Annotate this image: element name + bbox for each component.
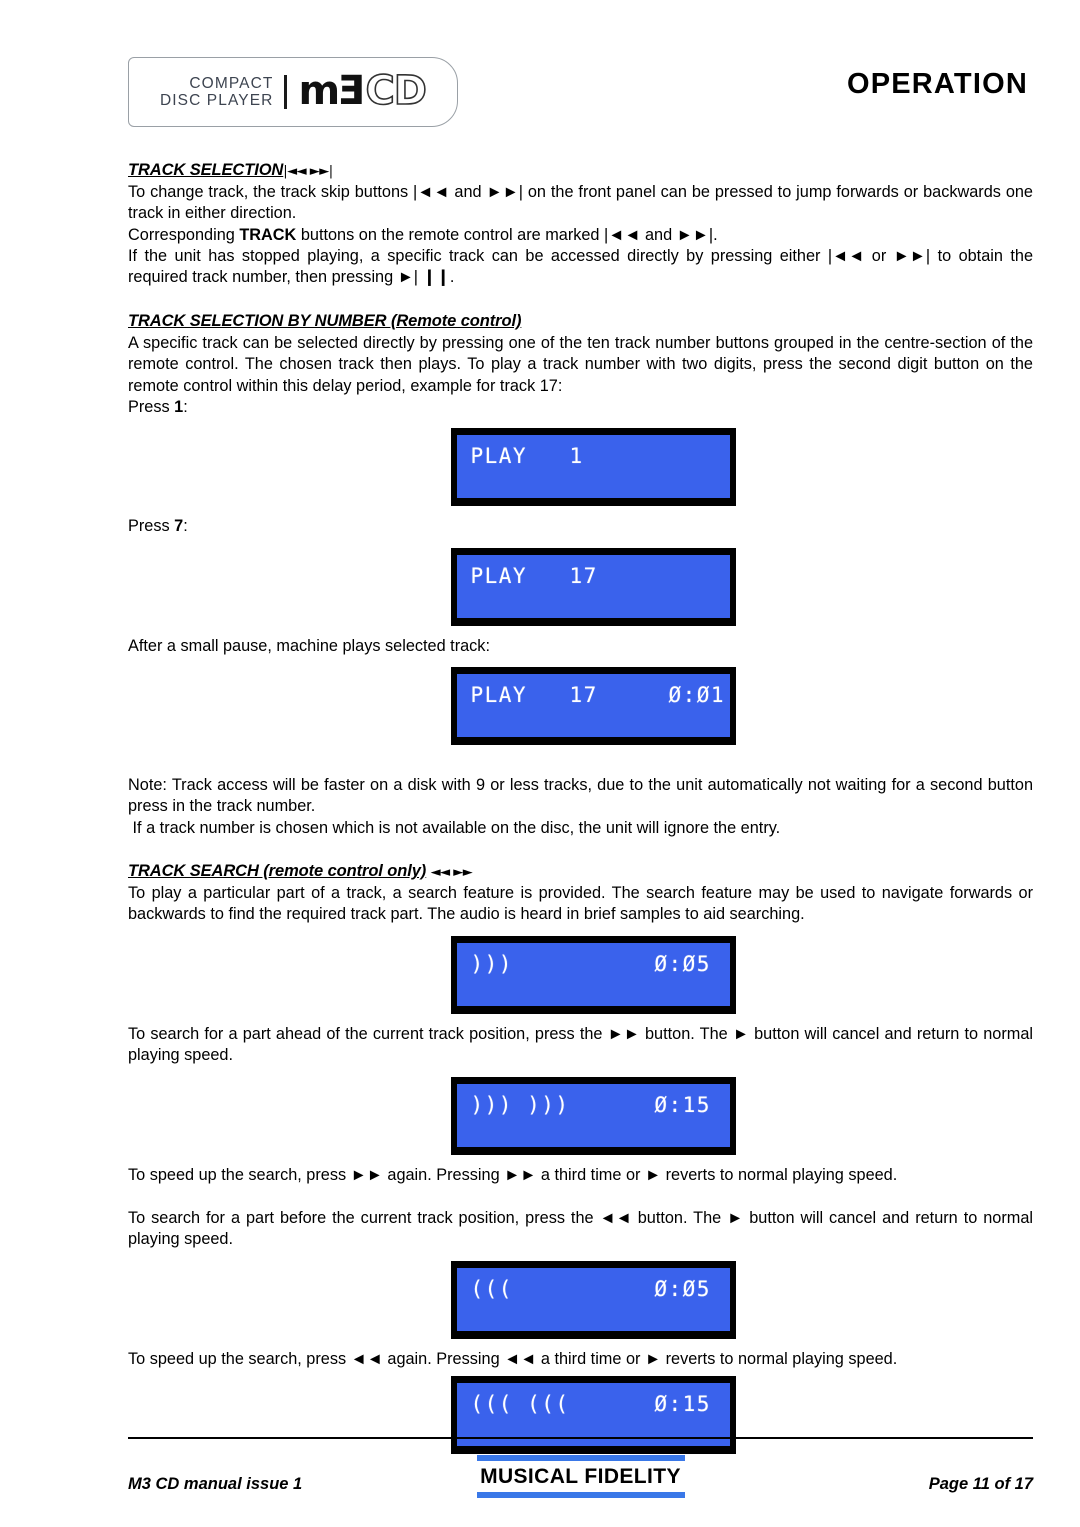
lcd-screen: ((( Ø:Ø5 xyxy=(456,1267,730,1331)
after-pause-label: After a small pause, machine plays selec… xyxy=(128,636,490,655)
track-label-bold: TRACK xyxy=(239,225,297,244)
press-7-post: : xyxy=(183,517,188,536)
heading-track-search-glyphs: ◄◄ ►► xyxy=(430,865,473,881)
lcd-display-wrap-6: ((( Ø:Ø5 xyxy=(128,1260,1033,1339)
footer-brand-logo: MUSICAL FIDELITY xyxy=(476,1455,685,1498)
track-search-para-2: To search for a part ahead of the curren… xyxy=(128,1024,1033,1065)
lcd-text-play-track-1: PLAY 1 xyxy=(470,444,584,469)
track-access-note: Note: Track access will be faster on a d… xyxy=(128,776,1033,816)
lcd-screen: PLAY 17 Ø:Ø1 xyxy=(456,674,730,737)
heading-track-selection: TRACK SELECTION xyxy=(128,161,284,179)
brand-name: MUSICAL FIDELITY xyxy=(480,1465,681,1488)
lcd-display-wrap-3: PLAY 17 Ø:Ø1 xyxy=(128,667,1033,745)
footer-divider xyxy=(128,1437,1033,1439)
logo-divider xyxy=(284,75,288,109)
lcd-screen: PLAY 1 xyxy=(456,435,730,499)
footer-manual-issue: M3 CD manual issue 1 xyxy=(128,1474,303,1493)
lcd-text-play-track-17: PLAY 17 xyxy=(470,563,598,588)
lcd-text-search-reverse-1x: ((( Ø:Ø5 xyxy=(470,1276,711,1301)
lcd-screen: ))) Ø:Ø5 xyxy=(456,942,730,1006)
lcd-text-search-reverse-2x: ((( ((( Ø:15 xyxy=(470,1391,711,1416)
logo-model-cd: CD xyxy=(365,68,428,114)
page-footer: M3 CD manual issue 1 MUSICAL FIDELITY Pa… xyxy=(128,1437,1033,1513)
track-unavailable-note-text: If a track number is chosen which is not… xyxy=(132,818,781,837)
logo-line-disc-player: DISC PLAYER xyxy=(159,92,274,109)
track-selection-para-2-post: buttons on the remote control are marked… xyxy=(296,225,718,244)
product-logo: COMPACT DISC PLAYER mE CD xyxy=(128,57,458,127)
track-search-para-4: To search for a part before the current … xyxy=(128,1208,1033,1249)
section-track-selection-heading: TRACK SELECTION|◄◄ ►►| xyxy=(128,160,1033,182)
lcd-display-wrap-5: ))) ))) Ø:15 xyxy=(128,1076,1033,1155)
lcd-display-search-forward-1x: ))) Ø:Ø5 xyxy=(450,935,736,1014)
press-7-pre: Press xyxy=(128,517,175,536)
brand-bar-bottom xyxy=(476,1492,685,1498)
section-track-search-heading: TRACK SEARCH (remote control only) ◄◄ ►► xyxy=(128,861,1033,883)
lcd-screen: PLAY 17 xyxy=(456,554,730,618)
logo-wordmark: COMPACT DISC PLAYER xyxy=(160,75,284,110)
lcd-text-search-forward-2x: ))) ))) Ø:15 xyxy=(470,1092,711,1117)
track-selection-para-2: Corresponding TRACK buttons on the remot… xyxy=(128,225,1033,246)
track-search-para-5: To speed up the search, press ◄◄ again. … xyxy=(128,1349,898,1368)
press-1-post: : xyxy=(183,397,188,416)
manual-page: COMPACT DISC PLAYER mE CD OPERATION TRACK… xyxy=(0,0,1080,1527)
lcd-screen: ))) ))) Ø:15 xyxy=(456,1083,730,1147)
heading-track-selection-by-number: TRACK SELECTION BY NUMBER (Remote contro… xyxy=(128,311,522,330)
logo-line-compact: COMPACT xyxy=(189,74,274,92)
track-selection-para-2-pre: Corresponding xyxy=(128,225,240,244)
track-unavailable-note: If a track number is chosen which is not… xyxy=(128,818,1033,839)
lcd-display-play-track-17: PLAY 17 xyxy=(450,547,736,626)
lcd-text-play-track-17-time: PLAY 17 Ø:Ø1 xyxy=(470,683,726,707)
page-content: TRACK SELECTION|◄◄ ►►| To change track, … xyxy=(128,160,1033,1454)
press-7-digit: 7 xyxy=(174,517,184,536)
lcd-display-wrap-4: ))) Ø:Ø5 xyxy=(128,935,1033,1014)
footer-page-number: Page 11 of 17 xyxy=(928,1474,1033,1493)
lcd-display-wrap-2: PLAY 17 xyxy=(128,547,1033,626)
lcd-display-play-track-1: PLAY 1 xyxy=(450,428,736,507)
page-header: COMPACT DISC PLAYER mE CD OPERATION xyxy=(0,0,1080,140)
track-selection-para-3: If the unit has stopped playing, a speci… xyxy=(128,247,1033,287)
lcd-text-search-forward-1x: ))) Ø:Ø5 xyxy=(470,951,711,976)
press-7-label: Press 7: xyxy=(128,516,1033,537)
track-search-para-1: To play a particular part of a track, a … xyxy=(128,884,1033,924)
press-1-pre: Press xyxy=(128,397,175,416)
heading-track-selection-glyphs: |◄◄ ►►| xyxy=(283,164,333,179)
page-title: OPERATION xyxy=(846,68,1028,100)
logo-model-m3: mE xyxy=(298,68,366,114)
lcd-display-search-forward-2x: ))) ))) Ø:15 xyxy=(450,1076,736,1155)
lcd-display-search-reverse-1x: ((( Ø:Ø5 xyxy=(450,1260,736,1339)
press-1-label: Press 1: xyxy=(128,397,1033,418)
lcd-display-wrap-1: PLAY 1 xyxy=(128,428,1033,507)
heading-track-search: TRACK SEARCH (remote control only) xyxy=(128,862,427,881)
section-track-by-number-heading: TRACK SELECTION BY NUMBER (Remote contro… xyxy=(128,311,1033,333)
track-selection-para-1: To change track, the track skip buttons … xyxy=(128,183,1033,223)
press-1-digit: 1 xyxy=(174,397,184,416)
track-search-para-3: To speed up the search, press ►► again. … xyxy=(128,1165,898,1184)
lcd-display-play-track-17-time: PLAY 17 Ø:Ø1 xyxy=(450,667,736,745)
track-by-number-para-1: A specific track can be selected directl… xyxy=(128,333,1033,395)
